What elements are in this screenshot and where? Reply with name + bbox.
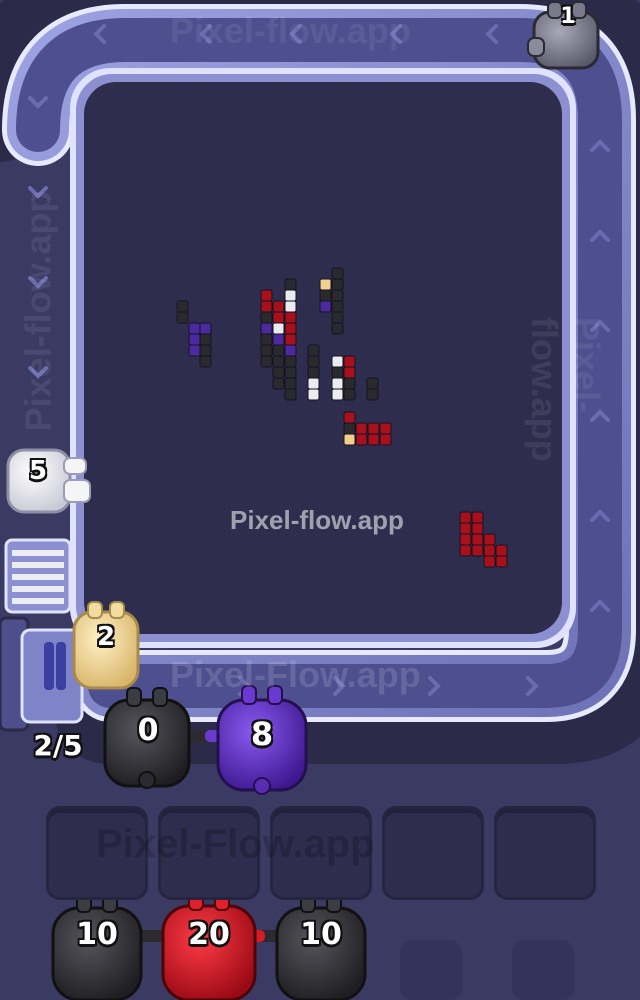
pixel-block: [307, 377, 320, 390]
pixel-block: [331, 289, 344, 302]
pixel-block: [459, 533, 472, 546]
white-shooter-unit[interactable]: [6, 448, 91, 514]
pixel-block: [471, 544, 484, 557]
pixel-block: [331, 366, 344, 379]
pixel-block: [284, 355, 297, 368]
pixel-block: [343, 411, 356, 424]
pixel-block: [471, 533, 484, 546]
pixel-block: [483, 533, 496, 546]
pixel-block: [343, 433, 356, 446]
pixel-block: [307, 388, 320, 401]
pixel-block: [366, 377, 379, 390]
pixel-block: [199, 322, 212, 335]
pixel-block: [379, 422, 392, 435]
pixel-block: [331, 377, 344, 390]
pixel-block: [343, 377, 356, 390]
pixel-block: [459, 544, 472, 557]
pixel-block: [260, 311, 273, 324]
pixel-block: [284, 322, 297, 335]
pixel-block: [260, 355, 273, 368]
black-active-unit[interactable]: [103, 687, 191, 789]
feeder-ladder: [4, 538, 72, 614]
next-queue-slot-1: [400, 940, 462, 1000]
pixel-block: [272, 322, 285, 335]
holding-slot-1[interactable]: [46, 806, 148, 900]
pixel-block: [366, 388, 379, 401]
queue-unit-red[interactable]: [161, 891, 257, 1000]
pixel-block: [284, 344, 297, 357]
pixel-block: [471, 522, 484, 535]
pixel-block: [272, 311, 285, 324]
pixel-block: [176, 311, 189, 324]
pixel-block: [284, 300, 297, 313]
next-queue-slot-2: [512, 940, 574, 1000]
pixel-block: [367, 433, 380, 446]
pixel-block: [284, 388, 297, 401]
pixel-block: [379, 433, 392, 446]
pixel-block: [260, 322, 273, 335]
pixel-block: [199, 355, 212, 368]
pixel-block: [272, 355, 285, 368]
pixel-block: [331, 278, 344, 291]
pixel-block: [483, 544, 496, 557]
pixel-block: [284, 366, 297, 379]
pixel-block: [331, 267, 344, 280]
pixel-block: [188, 344, 201, 357]
pixel-block: [343, 422, 356, 435]
pixel-block: [319, 289, 332, 302]
cream-shooter-unit[interactable]: [72, 601, 140, 690]
pixel-block: [188, 322, 201, 335]
pixel-block: [495, 555, 508, 568]
pixel-block: [319, 278, 332, 291]
pixel-block: [483, 555, 496, 568]
holding-slot-2[interactable]: [158, 806, 260, 900]
pixel-block: [459, 522, 472, 535]
pixel-block: [355, 422, 368, 435]
pixel-block: [495, 544, 508, 557]
pixel-block: [367, 422, 380, 435]
pixel-block: [272, 300, 285, 313]
pixel-block: [284, 311, 297, 324]
holding-slot-3[interactable]: [270, 806, 372, 900]
queue-unit-black-1[interactable]: [51, 893, 143, 1000]
purple-active-unit[interactable]: [216, 685, 308, 795]
pixel-block: [459, 511, 472, 524]
pixel-block: [176, 300, 189, 313]
pixel-block: [260, 300, 273, 313]
pixel-block: [331, 322, 344, 335]
pixel-block: [272, 366, 285, 379]
pixel-block: [343, 355, 356, 368]
pixel-block: [272, 333, 285, 346]
pixel-block: [343, 388, 356, 401]
pixel-block: [307, 344, 320, 357]
holding-slot-5[interactable]: [494, 806, 596, 900]
pixel-block: [284, 289, 297, 302]
pixel-block: [331, 388, 344, 401]
pixel-block: [284, 377, 297, 390]
launcher-machine[interactable]: [0, 616, 84, 732]
pixel-block: [331, 355, 344, 368]
pixel-block: [260, 344, 273, 357]
pixel-block: [331, 300, 344, 313]
pixel-block: [199, 344, 212, 357]
holding-slot-4[interactable]: [382, 806, 484, 900]
pixel-block: [260, 333, 273, 346]
pixel-block: [199, 333, 212, 346]
pixel-block: [260, 289, 273, 302]
pixel-block: [355, 433, 368, 446]
pixel-block: [272, 377, 285, 390]
queue-unit-black-2[interactable]: [275, 893, 367, 1000]
pixel-block: [284, 278, 297, 291]
pixel-block: [307, 355, 320, 368]
pixel-block: [188, 333, 201, 346]
pixel-block: [284, 333, 297, 346]
pixel-block: [307, 366, 320, 379]
pixel-block: [272, 344, 285, 357]
pixel-block: [471, 511, 484, 524]
pixel-block: [343, 366, 356, 379]
pixel-block: [331, 311, 344, 324]
pixel-block: [319, 300, 332, 313]
